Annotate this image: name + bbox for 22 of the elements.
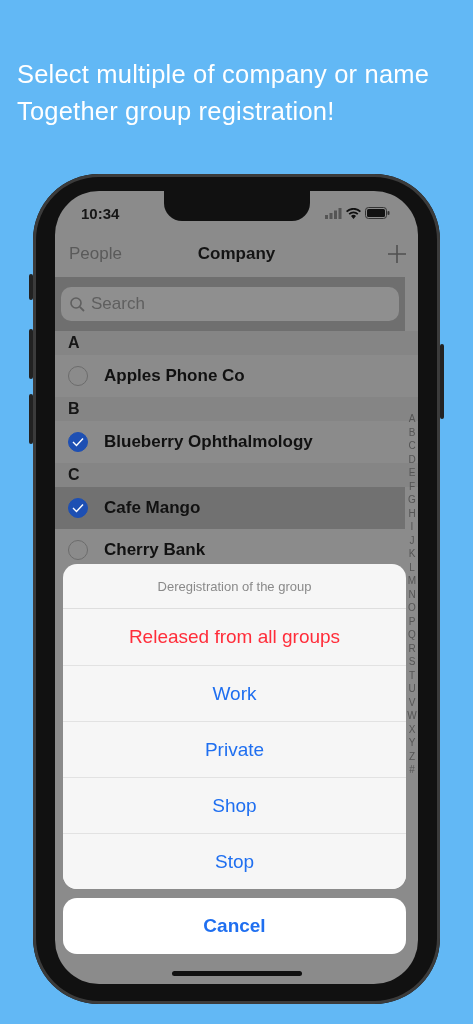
battery-icon bbox=[365, 207, 390, 219]
section-letter: B bbox=[68, 400, 80, 418]
check-icon bbox=[72, 437, 84, 447]
search-icon bbox=[70, 296, 85, 312]
wifi-icon bbox=[346, 207, 361, 219]
company-row[interactable]: Cafe Mango bbox=[55, 487, 405, 529]
company-row[interactable]: Apples Phone Co bbox=[55, 355, 405, 397]
status-time: 10:34 bbox=[81, 204, 120, 222]
signal-icon bbox=[325, 207, 342, 219]
nav-title: Company bbox=[197, 244, 276, 264]
check-icon bbox=[72, 503, 84, 513]
company-row[interactable]: Blueberry Ophthalmology bbox=[55, 421, 405, 463]
index-letter[interactable]: # bbox=[409, 763, 415, 777]
checkbox[interactable] bbox=[68, 432, 88, 452]
checkbox[interactable] bbox=[68, 498, 88, 518]
add-icon[interactable] bbox=[388, 245, 406, 263]
cancel-button[interactable]: Cancel bbox=[63, 898, 406, 954]
headline: Together group registration! bbox=[17, 96, 336, 127]
headline: Select multiple of company or name bbox=[17, 59, 431, 90]
section-letter: C bbox=[68, 466, 80, 484]
action-button[interactable]: Stop bbox=[63, 833, 406, 889]
section-letter: A bbox=[68, 334, 80, 352]
